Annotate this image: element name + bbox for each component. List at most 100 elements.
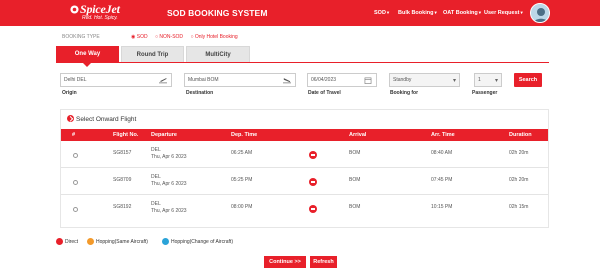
app-title: SOD BOOKING SYSTEM: [167, 8, 268, 18]
booking-type-hotel-label: Only Hotel Booking: [194, 34, 238, 40]
date-of-travel-label: Date of Travel: [308, 90, 341, 96]
legend-direct: Direct: [56, 238, 78, 245]
departure-date: Thu, Apr 6 2023: [151, 181, 187, 187]
spicejet-logo[interactable]: SpiceJet Red. Hot. Spicy.: [70, 2, 140, 24]
passenger-value: 1: [478, 77, 481, 83]
nav-user-request-label: User Request: [484, 10, 520, 16]
booking-type-options: ◉ SOD ○ NON-SOD ○ Only Hotel Booking: [131, 34, 244, 40]
table-row[interactable]: SG8157 DEL Thu, Apr 6 2023 06:25 AM BOM …: [61, 142, 548, 168]
results-title-text: Select Onward Flight: [76, 116, 137, 123]
departure-time: 06:25 AM: [231, 150, 253, 156]
legend-hopping-change-label: Hopping(Change of Aircraft): [171, 239, 233, 245]
nav-sod-label: SOD: [374, 10, 386, 16]
date-of-travel-field[interactable]: 06/04/2023: [307, 73, 377, 87]
chevron-down-icon: ▾: [434, 10, 437, 15]
direct-flight-icon: [309, 178, 317, 186]
direct-flight-icon: [309, 205, 317, 213]
chevron-down-icon: ▾: [494, 78, 498, 84]
destination-field[interactable]: Mumbai BOM: [184, 73, 296, 87]
hopping-change-aircraft-icon: [162, 238, 169, 245]
flight-number: SG8157: [113, 150, 132, 156]
select-flight-radio[interactable]: [73, 207, 78, 212]
tab-one-way[interactable]: One Way: [56, 46, 119, 63]
chevron-down-icon: ▾: [386, 10, 390, 15]
select-flight-radio[interactable]: [73, 153, 78, 158]
nav-oat-booking[interactable]: OAT Booking▾: [443, 10, 481, 16]
tab-underline: [56, 62, 549, 63]
arrival-city: BOM: [349, 177, 361, 183]
booking-type-hotel[interactable]: ○ Only Hotel Booking: [190, 34, 240, 40]
departure-time: 05:25 PM: [231, 177, 253, 183]
passenger-select[interactable]: 1 ▾: [474, 73, 502, 87]
user-avatar[interactable]: [530, 3, 550, 23]
flight-number: SG8709: [113, 177, 132, 183]
refresh-button[interactable]: Refresh: [310, 256, 337, 268]
col-index: #: [72, 132, 76, 138]
legend-hopping-same-label: Hopping(Same Aircraft): [96, 239, 148, 245]
logo-tagline: Red. Hot. Spicy.: [82, 15, 118, 21]
passenger-label: Passenger: [472, 90, 498, 96]
user-avatar-icon: [531, 4, 549, 22]
arrival-city: BOM: [349, 204, 361, 210]
table-row[interactable]: SG8709 DEL Thu, Apr 6 2023 05:25 PM BOM …: [61, 169, 548, 195]
origin-value: Delhi DEL: [64, 77, 87, 83]
col-duration: Duration: [509, 132, 532, 138]
origin-label: Origin: [62, 90, 77, 96]
legend-hopping-same: Hopping(Same Aircraft): [87, 238, 148, 245]
booking-type-label: BOOKING TYPE: [62, 34, 100, 40]
select-flight-radio[interactable]: [73, 180, 78, 185]
arrival-city: BOM: [349, 150, 361, 156]
chevron-down-icon: ▾: [520, 10, 523, 15]
nav-sod[interactable]: SOD▾: [374, 10, 389, 16]
top-navigation-bar: SpiceJet Red. Hot. Spicy. SOD BOOKING SY…: [0, 0, 600, 26]
booking-type-sod[interactable]: ◉ SOD: [131, 34, 151, 40]
date-value: 06/04/2023: [311, 77, 337, 83]
arrival-time: 08:40 AM: [431, 150, 453, 156]
flight-duration: 02h 20m: [509, 177, 529, 183]
origin-field[interactable]: Delhi DEL: [60, 73, 172, 87]
direct-icon: [56, 238, 63, 245]
departure-time: 08:00 PM: [231, 204, 253, 210]
hopping-same-aircraft-icon: [87, 238, 94, 245]
col-arr-time: Arr. Time: [431, 132, 455, 138]
departure-date: Thu, Apr 6 2023: [151, 208, 187, 214]
col-departure: Departure: [151, 132, 177, 138]
col-arrival: Arrival: [349, 132, 367, 138]
col-dep-time: Dep. Time: [231, 132, 258, 138]
chevron-down-icon: ▾: [478, 10, 481, 15]
plane-takeoff-icon: [159, 78, 167, 84]
destination-value: Mumbai BOM: [188, 77, 219, 83]
nav-oat-booking-label: OAT Booking: [443, 10, 478, 16]
active-tab-pointer: [83, 63, 91, 67]
arrival-time: 07:45 PM: [431, 177, 453, 183]
flight-results-panel: Select Onward Flight # Flight No. Depart…: [60, 109, 549, 228]
nav-bulk-booking[interactable]: Bulk Booking▾: [398, 10, 437, 16]
departure-city: DEL: [151, 201, 161, 207]
departure-city: DEL: [151, 147, 161, 153]
booking-for-select[interactable]: Standby ▾: [389, 73, 460, 87]
col-flight-no: Flight No.: [113, 132, 139, 138]
continue-button[interactable]: Continue >>: [264, 256, 306, 268]
departure-date: Thu, Apr 6 2023: [151, 154, 187, 160]
table-row[interactable]: SG8192 DEL Thu, Apr 6 2023 08:00 PM BOM …: [61, 196, 548, 222]
booking-for-label: Booking for: [390, 90, 419, 96]
flight-number: SG8192: [113, 204, 132, 210]
arrival-time: 10:15 PM: [431, 204, 453, 210]
tab-round-trip[interactable]: Round Trip: [121, 46, 184, 63]
tab-multicity[interactable]: MultiCity: [186, 46, 250, 63]
booking-type-non-sod[interactable]: ○ NON-SOD: [155, 34, 186, 40]
results-title: Select Onward Flight: [67, 115, 136, 123]
chevron-down-icon: ▾: [452, 78, 456, 84]
arrow-right-circle-icon: [67, 115, 74, 122]
flight-duration: 02h 20m: [509, 150, 529, 156]
departure-city: DEL: [151, 174, 161, 180]
results-table-header: # Flight No. Departure Dep. Time Arrival…: [61, 129, 548, 141]
search-button[interactable]: Search: [514, 73, 542, 87]
plane-landing-icon: [283, 78, 291, 84]
flight-duration: 02h 15m: [509, 204, 529, 210]
direct-flight-icon: [309, 151, 317, 159]
nav-bulk-booking-label: Bulk Booking: [398, 10, 434, 16]
nav-user-request[interactable]: User Request▾: [484, 10, 523, 16]
logo-flower-icon: [70, 5, 79, 14]
destination-label: Destination: [186, 90, 214, 96]
